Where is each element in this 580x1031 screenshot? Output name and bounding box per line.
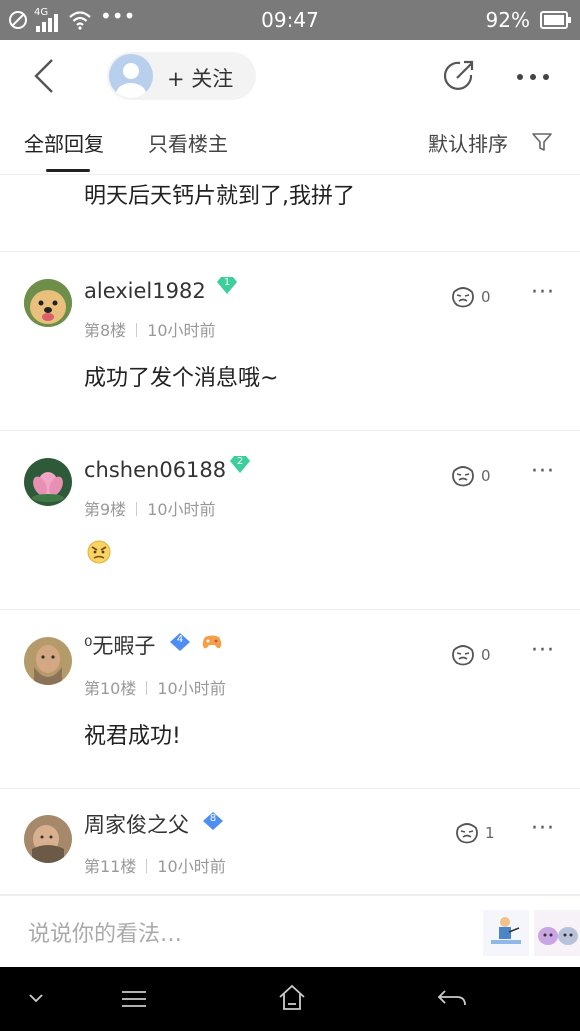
user-avatar[interactable] bbox=[24, 458, 72, 506]
like-count: 0 bbox=[481, 288, 491, 306]
floor-number: 第11楼 bbox=[84, 857, 137, 876]
post-time: 10小时前 bbox=[157, 857, 226, 876]
system-nav-bar bbox=[0, 967, 580, 1031]
user-avatar[interactable] bbox=[24, 815, 72, 863]
post-time: 10小时前 bbox=[147, 500, 216, 519]
angry-emoji-icon bbox=[87, 540, 111, 564]
battery-icon bbox=[540, 11, 571, 29]
comment-item: ⁰无暇子 4 第10楼 10小时前 祝君成功! 0 ··· bbox=[0, 610, 580, 789]
comment-more-icon[interactable]: ··· bbox=[531, 280, 555, 305]
filter-icon[interactable] bbox=[531, 131, 553, 153]
tab-owner-only[interactable]: 只看楼主 bbox=[148, 128, 228, 157]
back-nav-icon[interactable] bbox=[437, 987, 467, 1009]
sort-dropdown[interactable]: 默认排序 bbox=[428, 128, 508, 157]
like-icon[interactable] bbox=[450, 283, 476, 309]
author-avatar[interactable] bbox=[109, 54, 153, 98]
comment-meta: 第9楼 10小时前 bbox=[84, 496, 216, 520]
more-icon[interactable] bbox=[516, 73, 550, 81]
game-controller-icon bbox=[202, 635, 222, 649]
like-icon[interactable] bbox=[454, 819, 480, 845]
comment-meta: 第8楼 10小时前 bbox=[84, 317, 216, 341]
floor-number: 第9楼 bbox=[84, 500, 127, 519]
post-time: 10小时前 bbox=[157, 679, 226, 698]
reply-tabs: 全部回复 只看楼主 默认排序 bbox=[0, 112, 580, 175]
like-icon[interactable] bbox=[450, 462, 476, 488]
post-time: 10小时前 bbox=[147, 321, 216, 340]
comment-more-icon[interactable]: ··· bbox=[531, 459, 555, 484]
home-icon[interactable] bbox=[277, 983, 307, 1013]
comment-more-icon[interactable]: ··· bbox=[531, 638, 555, 663]
level-badge: 4 bbox=[176, 634, 184, 645]
level-badge: 1 bbox=[223, 277, 231, 288]
floor-number: 第10楼 bbox=[84, 679, 137, 698]
battery-percent: 92% bbox=[485, 8, 530, 32]
username[interactable]: ⁰无暇子 bbox=[84, 630, 155, 660]
username[interactable]: alexiel1982 bbox=[84, 279, 206, 303]
chevron-down-icon[interactable] bbox=[28, 993, 44, 1003]
level-badge: 8 bbox=[209, 813, 217, 824]
reply-input[interactable]: 说说你的看法… bbox=[28, 916, 182, 948]
username[interactable]: 周家俊之父 bbox=[84, 809, 189, 839]
sticker-thumb[interactable] bbox=[534, 910, 580, 956]
menu-icon[interactable] bbox=[120, 989, 148, 1009]
comment-item: alexiel1982 1 第8楼 10小时前 成功了发个消息哦~ 0 ··· bbox=[0, 252, 580, 431]
user-avatar[interactable] bbox=[24, 637, 72, 685]
user-avatar[interactable] bbox=[24, 279, 72, 327]
username[interactable]: chshen06188 bbox=[84, 458, 226, 482]
comment-item: chshen06188 2 第9楼 10小时前 0 ··· bbox=[0, 431, 580, 610]
follow-button[interactable]: + 关注 bbox=[107, 52, 256, 100]
back-icon[interactable] bbox=[30, 57, 58, 95]
share-icon[interactable] bbox=[441, 58, 477, 94]
like-count: 1 bbox=[485, 824, 495, 842]
tab-active-indicator bbox=[46, 169, 90, 172]
like-count: 0 bbox=[481, 467, 491, 485]
comment-item-partial: 明天后天钙片就到了,我拼了 bbox=[0, 175, 580, 252]
comment-text: 祝君成功! bbox=[84, 724, 181, 749]
comment-item: 周家俊之父 8 第11楼 10小时前 1 ··· bbox=[0, 789, 580, 895]
follow-label: + 关注 bbox=[167, 67, 234, 91]
comment-text: 明天后天钙片就到了,我拼了 bbox=[84, 184, 355, 209]
comment-meta: 第10楼 10小时前 bbox=[84, 675, 226, 699]
reply-input-bar: 说说你的看法… bbox=[0, 895, 580, 968]
sticker-thumb[interactable] bbox=[483, 910, 529, 956]
like-count: 0 bbox=[481, 646, 491, 664]
comment-text: 成功了发个消息哦~ bbox=[84, 366, 279, 391]
comment-more-icon[interactable]: ··· bbox=[531, 816, 555, 841]
top-header: + 关注 bbox=[0, 40, 580, 112]
level-badge: 2 bbox=[236, 456, 244, 467]
like-icon[interactable] bbox=[450, 641, 476, 667]
tab-all-replies[interactable]: 全部回复 bbox=[24, 128, 104, 157]
status-bar: 4G ••• 09:47 92% bbox=[0, 0, 580, 40]
comment-meta: 第11楼 10小时前 bbox=[84, 853, 226, 877]
floor-number: 第8楼 bbox=[84, 321, 127, 340]
